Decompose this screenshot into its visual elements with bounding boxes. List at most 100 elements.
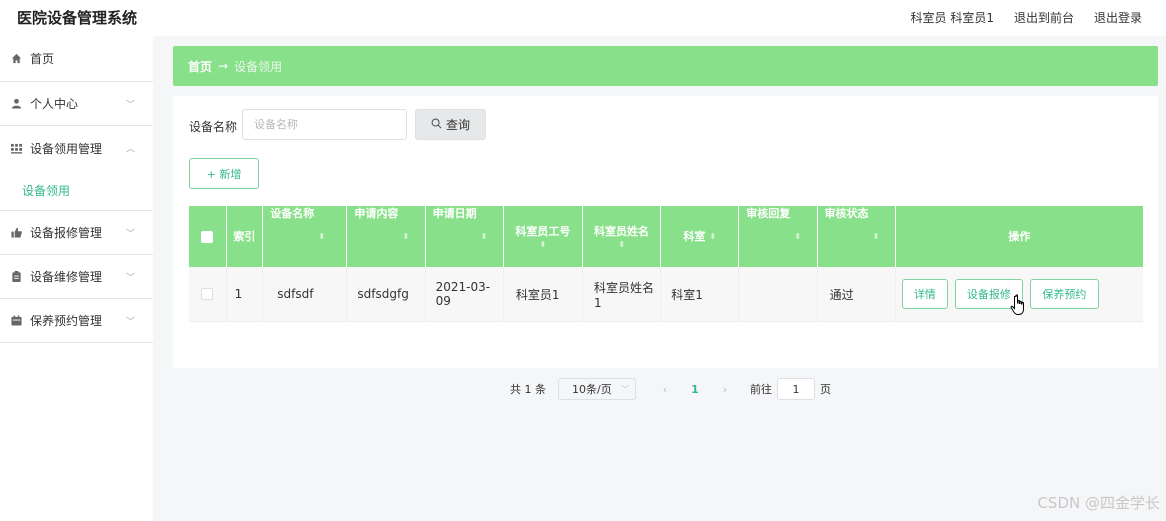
data-table: 索引 设备名称 ⬍ 申请内容 ⬍ 申请日期 ⬍ 科室员工号 ⬍ 科室员姓名 ⬍ … [189,206,1143,322]
col-header-label: 操作 [1008,229,1031,243]
col-dept[interactable]: 科室 ⬍ [661,206,740,267]
cell-index: 1 [227,267,264,321]
col-actions: 操作 [896,206,1143,267]
search-icon [431,118,442,132]
calendar-icon [10,315,22,327]
row-select-cell [189,267,227,321]
main-content: 首页 → 设备领用 设备名称 查询 + 新增 索引 设备名称 ⬍ [173,46,1158,400]
cell-reply [739,267,818,321]
breadcrumb-separator: → [218,59,229,73]
clipboard-icon [10,271,22,283]
chevron-down-icon: ﹀ [125,273,135,283]
col-index[interactable]: 索引 [227,206,264,267]
sidebar-item-maintenance[interactable]: 设备维修管理 ﹀ [0,255,153,299]
cell-status: 通过 [818,267,896,321]
sort-icon[interactable]: ⬍ [402,232,409,242]
page-number-current[interactable]: 1 [680,383,710,396]
goto-page-input[interactable] [777,378,815,400]
user-info: 科室员 科室员1 [910,11,994,25]
col-header-label: 申请日期 [432,207,477,220]
cell-staff-name: 科室员姓名1 [583,267,662,321]
cell-dept: 科室1 [661,267,740,321]
col-header-label: 审核状态 [824,207,869,220]
logout-link[interactable]: 退出登录 [1094,9,1142,26]
add-button[interactable]: + 新增 [189,158,259,189]
row-checkbox[interactable] [201,288,214,300]
chevron-down-icon: ﹀ [125,317,135,327]
search-input[interactable] [242,109,407,140]
sidebar-item-repair-report[interactable]: 设备报修管理 ﹀ [0,211,153,255]
app-title: 医院设备管理系统 [17,9,138,27]
col-header-label: 科室员工号 [515,224,571,238]
chevron-up-icon: ︿ [125,144,135,155]
breadcrumb: 首页 → 设备领用 [173,46,1158,86]
chevron-down-icon: ﹀ [125,229,135,239]
page-suffix-label: 页 [820,383,831,396]
back-to-front-link[interactable]: 退出到前台 [1014,9,1074,26]
col-content[interactable]: 申请内容 ⬍ [347,206,426,267]
detail-button[interactable]: 详情 [901,279,948,309]
col-staff-no[interactable]: 科室员工号 ⬍ [504,206,583,267]
sidebar-item-label: 首页 [30,52,55,66]
table-row: 1 sdfsdf sdfsdgfg 2021-03-09 科室员1 科室员姓名1… [189,267,1143,322]
sidebar-item-label: 设备报修管理 [30,226,103,240]
sidebar-subitem-equipment-use[interactable]: 设备领用 [0,170,153,211]
search-label: 设备名称 [189,120,238,134]
cell-date: 2021-03-09 [426,267,504,321]
sort-icon[interactable]: ⬍ [318,232,325,242]
care-booking-button[interactable]: 保养预约 [1029,279,1099,309]
sidebar-item-label: 设备领用管理 [30,141,103,156]
col-reply[interactable]: 审核回复 ⬍ [739,206,818,267]
hand-cursor-icon [1010,294,1024,315]
select-all-checkbox[interactable] [201,230,214,243]
pagination-total: 共 1 条 [510,383,546,396]
search-button[interactable]: 查询 [415,109,486,140]
sort-icon[interactable]: ⬍ [540,240,547,250]
grid-icon [10,142,22,154]
chevron-down-icon: ﹀ [621,384,629,394]
pagination: 共 1 条 10条/页 ﹀ ‹ 1 › 前往 页 [510,378,831,400]
prev-page-button[interactable]: ‹ [650,383,680,396]
top-header: 医院设备管理系统 科室员 科室员1 退出到前台 退出登录 [0,0,1166,36]
sidebar-item-care-booking[interactable]: 保养预约管理 ﹀ [0,299,153,343]
col-status[interactable]: 审核状态 ⬍ [818,206,896,267]
page-size-select[interactable]: 10条/页 ﹀ [558,378,636,400]
cell-content: sdfsdgfg [347,267,426,321]
sort-icon[interactable]: ⬍ [873,232,880,242]
col-header-label: 索引 [233,229,256,243]
sidebar-item-label: 保养预约管理 [30,314,103,328]
sidebar-item-label: 设备维修管理 [30,270,103,284]
cell-name: sdfsdf [263,267,348,321]
sidebar-item-label: 个人中心 [30,97,79,111]
sidebar-item-equipment-use[interactable]: 设备领用管理 ︿ [0,126,153,170]
chevron-down-icon: ﹀ [125,100,135,110]
sort-icon[interactable]: ⬍ [481,232,488,242]
col-header-label: 申请内容 [354,207,399,220]
breadcrumb-current: 设备领用 [234,59,283,74]
sort-icon[interactable]: ⬍ [618,240,625,250]
col-header-label: 科室员姓名 [594,224,650,238]
content-panel: 设备名称 查询 + 新增 索引 设备名称 ⬍ 申 [173,96,1158,400]
col-date[interactable]: 申请日期 ⬍ [426,206,504,267]
watermark: CSDN @四金学长 [1037,494,1160,512]
select-all-cell [189,206,227,267]
breadcrumb-home[interactable]: 首页 [188,58,212,75]
user-icon [10,98,22,110]
col-name[interactable]: 设备名称 ⬍ [263,206,348,267]
col-header-label: 审核回复 [746,207,791,220]
search-button-label: 查询 [445,118,470,132]
goto-label: 前往 [750,383,772,396]
col-header-label: 设备名称 [270,207,315,220]
page-size-value: 10条/页 [572,383,612,396]
header-links: 科室员 科室员1 退出到前台 退出登录 [911,9,1142,26]
sidebar-item-home[interactable]: 首页 [0,36,153,82]
sort-icon[interactable]: ⬍ [794,232,801,242]
col-staff-name[interactable]: 科室员姓名 ⬍ [583,206,662,267]
col-header-label: 科室 [683,229,706,243]
home-icon [10,53,22,65]
sidebar: 首页 个人中心 ﹀ 设备领用管理 ︿ 设备领用 设备报修管理 ﹀ 设备维修管理 … [0,36,153,521]
sort-icon[interactable]: ⬍ [709,232,716,242]
thumb-icon [10,227,22,239]
next-page-button[interactable]: › [710,383,740,396]
sidebar-item-profile[interactable]: 个人中心 ﹀ [0,82,153,126]
